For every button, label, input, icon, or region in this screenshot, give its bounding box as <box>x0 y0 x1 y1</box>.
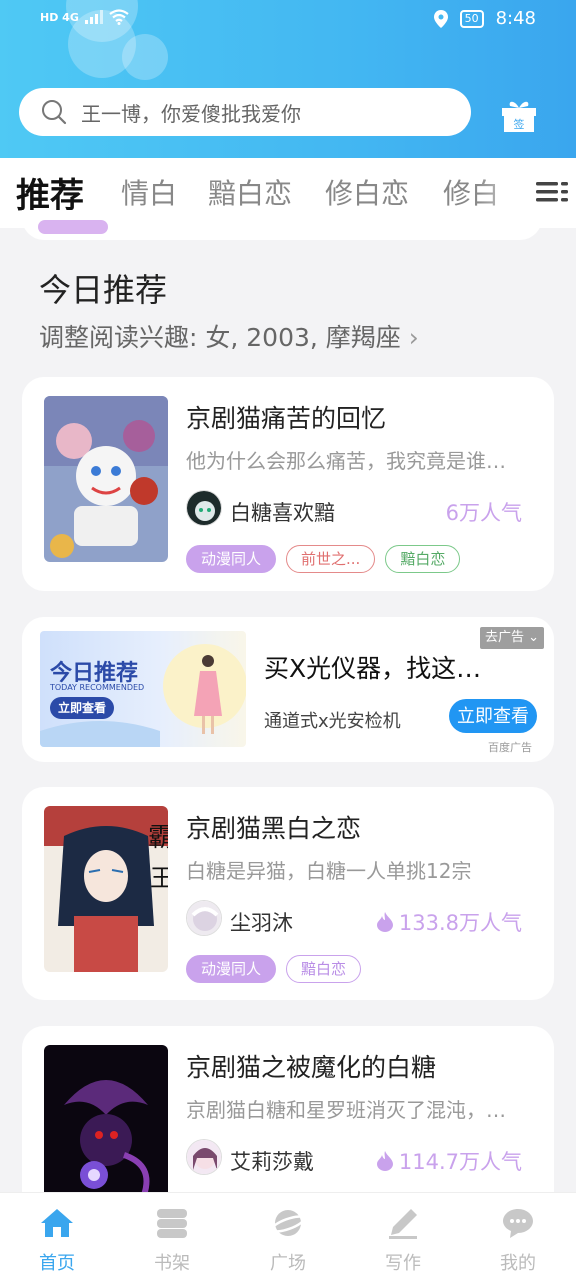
pen-icon <box>389 1209 417 1239</box>
nav-home[interactable]: 首页 <box>22 1207 92 1275</box>
nav-write[interactable]: 写作 <box>368 1207 438 1275</box>
home-icon <box>41 1209 73 1237</box>
ad-card[interactable]: 今日推荐 TODAY RECOMMENDED 立即查看 买X光仪器，找这… 通道… <box>22 617 554 762</box>
ad-title: 买X光仪器，找这… <box>264 654 482 683</box>
ad-description: 通道式x光安检机 <box>264 711 401 732</box>
nav-label: 首页 <box>39 1253 75 1274</box>
book-title: 京剧猫之被魔化的白糖 <box>186 1053 437 1082</box>
search-icon <box>42 100 67 125</box>
book-cover <box>44 1045 168 1211</box>
nav-label: 写作 <box>385 1253 421 1274</box>
remove-ad-label: 去广告 <box>484 630 524 645</box>
previous-card-partial <box>22 210 542 240</box>
book-description: 他为什么会那么痛苦，我究竟是谁… <box>186 449 506 473</box>
chat-bubble-icon <box>503 1209 533 1238</box>
book-description: 京剧猫白糖和星罗班消灭了混沌，… <box>186 1098 506 1122</box>
tag[interactable]: 动漫同人 <box>186 955 277 983</box>
category-menu-icon[interactable] <box>534 174 570 210</box>
nav-me[interactable]: 我的 <box>483 1207 553 1275</box>
tag-partial <box>38 220 108 234</box>
chevron-right-icon: › <box>408 323 419 352</box>
bookshelf-icon <box>157 1209 187 1238</box>
author-avatar <box>186 1139 222 1175</box>
chevron-down-icon: ⌄ <box>528 630 540 645</box>
popularity-value: 6万人气 <box>445 501 522 525</box>
network-indicator: HD 4G <box>40 10 79 24</box>
reading-interest-link[interactable]: 调整阅读兴趣: 女, 2003, 摩羯座 › <box>39 318 419 354</box>
popularity: 133.8万人气 <box>376 907 522 937</box>
tag[interactable]: 动漫同人 <box>186 545 277 573</box>
search-placeholder: 王一博，你爱傻批我爱你 <box>81 101 301 126</box>
ad-view-button[interactable]: 立即查看 <box>449 699 537 733</box>
ad-image: 今日推荐 TODAY RECOMMENDED 立即查看 <box>40 631 246 747</box>
gift-icon[interactable]: 签 <box>500 98 538 132</box>
reading-interest-text: 调整阅读兴趣: 女, 2003, 摩羯座 <box>39 323 401 352</box>
decor-bubble <box>122 34 168 80</box>
author-avatar <box>186 900 222 936</box>
nav-label: 我的 <box>500 1253 536 1274</box>
tab-qingbai[interactable]: 情白 <box>121 172 177 212</box>
remove-ad-button[interactable]: 去广告 ⌄ <box>480 627 544 649</box>
status-bar: HD 4G 50 8:48 <box>0 0 576 38</box>
book-card[interactable]: 霸 王 京剧猫黑白之恋 白糖是异猫，白糖一人单挑12宗 尘羽沐 133.8万人气… <box>22 787 554 1000</box>
planet-icon <box>270 1210 306 1236</box>
tag[interactable]: 前世之... <box>286 545 376 573</box>
nav-label: 广场 <box>270 1253 306 1274</box>
author-name: 尘羽沐 <box>230 911 293 935</box>
wifi-icon <box>109 9 129 25</box>
clock: 8:48 <box>495 8 536 29</box>
book-card[interactable]: 京剧猫痛苦的回忆 他为什么会那么痛苦，我究竟是谁… 白糖喜欢黯 6万人气 动漫同… <box>22 377 554 591</box>
header: HD 4G 50 8:48 王一博，你爱傻批我爱你 签 <box>0 0 576 158</box>
book-cover: 霸 王 <box>44 806 168 972</box>
nav-square[interactable]: 广场 <box>253 1207 323 1275</box>
svg-text:霸: 霸 <box>148 823 168 853</box>
svg-text:王: 王 <box>150 864 168 892</box>
search-bar[interactable]: 王一博，你爱傻批我爱你 <box>19 88 471 136</box>
location-icon <box>433 9 448 28</box>
popularity-value: 133.8万人气 <box>398 911 522 935</box>
author-name: 白糖喜欢黯 <box>230 501 335 525</box>
tab-xiubailian[interactable]: 修白恋 <box>325 172 409 212</box>
book-description: 白糖是异猫，白糖一人单挑12宗 <box>186 859 472 883</box>
popularity: 6万人气 <box>446 497 522 527</box>
nav-label: 书架 <box>154 1253 190 1274</box>
battery-indicator: 50 <box>459 9 484 28</box>
nav-bookshelf[interactable]: 书架 <box>137 1207 207 1275</box>
tag-list: 动漫同人 前世之... 黯白恋 <box>186 545 461 573</box>
author-name: 艾莉莎戴 <box>230 1150 314 1174</box>
bottom-nav: 首页 书架 广场 写作 我的 <box>0 1192 576 1280</box>
section-title: 今日推荐 <box>39 271 168 309</box>
author-avatar <box>186 490 222 526</box>
tag[interactable]: 黯白恋 <box>286 955 362 983</box>
book-title: 京剧猫痛苦的回忆 <box>186 404 387 433</box>
tag-list: 动漫同人 黯白恋 <box>186 955 362 983</box>
book-cover <box>44 396 168 562</box>
ad-image-button: 立即查看 <box>50 697 115 719</box>
popularity: 114.7万人气 <box>376 1146 522 1176</box>
ad-image-subtitle: TODAY RECOMMENDED <box>50 683 145 692</box>
gift-label: 签 <box>514 117 525 131</box>
tab-anbailian[interactable]: 黯白恋 <box>208 172 292 212</box>
signal-icon <box>84 10 103 24</box>
flame-icon <box>376 912 393 932</box>
tag[interactable]: 黯白恋 <box>385 545 461 573</box>
popularity-value: 114.7万人气 <box>398 1150 522 1174</box>
flame-icon <box>376 1151 393 1171</box>
book-title: 京剧猫黑白之恋 <box>186 814 362 843</box>
ad-source: 百度广告 <box>488 741 532 754</box>
